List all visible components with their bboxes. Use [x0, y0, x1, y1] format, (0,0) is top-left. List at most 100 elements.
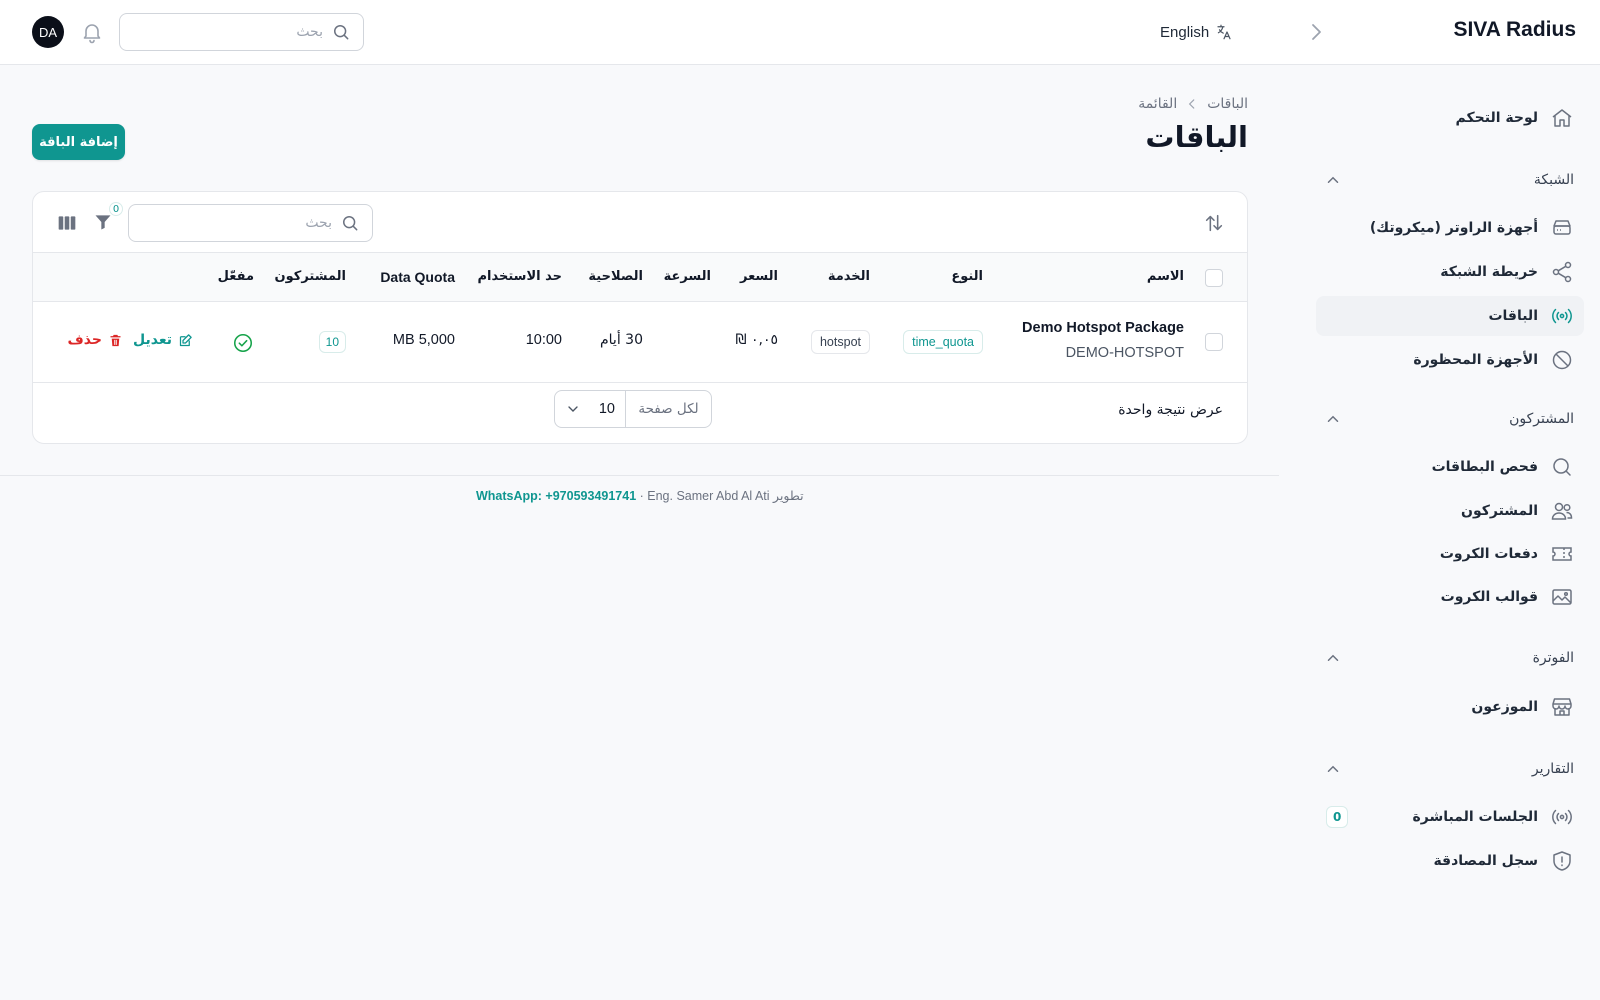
- filter-count-badge: 0: [109, 202, 123, 216]
- notifications-button[interactable]: [80, 20, 104, 44]
- sort-button[interactable]: [1203, 212, 1225, 234]
- chevron-left-icon: [1189, 99, 1195, 109]
- chevron-down-icon: [568, 406, 578, 412]
- package-type-badge: time_quota: [903, 330, 983, 354]
- sidebar-item-routers[interactable]: أجهزة الراوتر (ميكروتك): [1316, 208, 1584, 248]
- table-row[interactable]: Demo Hotspot Package DEMO-HOTSPOT time_q…: [33, 302, 1247, 383]
- packages-table-card: 0 الاسم النوع الخدمة السعر السرعة الصلاح…: [32, 191, 1248, 444]
- ticket-icon: [1552, 547, 1572, 561]
- chevron-up-icon: [1327, 415, 1339, 422]
- sidebar-item-dashboard[interactable]: لوحة التحكم: [1316, 98, 1584, 138]
- sidebar-item-label: فحص البطاقات: [1431, 459, 1538, 475]
- filter-button[interactable]: [93, 212, 113, 232]
- language-switcher[interactable]: English: [1160, 20, 1233, 44]
- column-validity[interactable]: الصلاحية: [588, 269, 643, 284]
- column-price[interactable]: السعر: [740, 269, 778, 284]
- table-header: الاسم النوع الخدمة السعر السرعة الصلاحية…: [33, 253, 1247, 302]
- router-icon: [1553, 220, 1571, 235]
- toggle-columns-button[interactable]: [57, 213, 77, 233]
- per-page-value: 10: [598, 401, 615, 417]
- user-avatar[interactable]: DA: [32, 16, 64, 48]
- column-subscribers[interactable]: المشتركون: [275, 269, 346, 284]
- app-brand[interactable]: SIVA Radius: [1453, 18, 1576, 42]
- sidebar-item-label: الباقات: [1488, 308, 1538, 324]
- store-icon: [1552, 698, 1572, 716]
- column-active[interactable]: مفعّل: [218, 269, 254, 284]
- chevron-up-icon: [1327, 176, 1339, 183]
- sidebar-item-blocked-devices[interactable]: الأجهزة المحظورة: [1316, 340, 1584, 380]
- chevron-right-icon: [1312, 24, 1321, 40]
- sidebar-item-label: دفعات الكروت: [1439, 546, 1538, 562]
- sidebar-group-reports[interactable]: التقارير: [1316, 755, 1584, 783]
- image-icon: [1552, 589, 1572, 605]
- column-data-quota[interactable]: Data Quota: [380, 269, 455, 285]
- whatsapp-link[interactable]: WhatsApp: +970593491741: [476, 489, 636, 503]
- sidebar-group-billing[interactable]: الفوترة: [1316, 644, 1584, 672]
- sidebar-item-label: الجلسات المباشرة: [1412, 809, 1538, 825]
- language-label: English: [1160, 23, 1210, 41]
- global-search[interactable]: [119, 13, 364, 51]
- sidebar-group-label: المشتركون: [1509, 411, 1574, 427]
- collapse-sidebar-button[interactable]: [1304, 20, 1328, 44]
- sidebar-item-label: أجهزة الراوتر (ميكروتك): [1369, 220, 1538, 236]
- table-toolbar: 0: [33, 192, 1247, 253]
- delete-label: حذف: [67, 332, 102, 348]
- chevron-up-icon: [1327, 765, 1339, 772]
- sidebar-group-subscribers[interactable]: المشتركون: [1316, 405, 1584, 433]
- column-type[interactable]: النوع: [951, 269, 983, 284]
- sidebar-item-label: الموزعون: [1471, 699, 1538, 715]
- column-speed[interactable]: السرعة: [664, 269, 711, 284]
- share-nodes-icon: [1552, 261, 1572, 283]
- breadcrumb-current: القائمة: [1138, 96, 1178, 112]
- per-page-select[interactable]: 10: [555, 391, 625, 427]
- sidebar-item-label: المشتركون: [1461, 503, 1538, 519]
- columns-icon: [58, 216, 76, 230]
- column-name[interactable]: الاسم: [1147, 269, 1184, 284]
- table-search-input[interactable]: [129, 215, 332, 231]
- translate-icon: [1217, 24, 1231, 40]
- package-service-badge: hotspot: [810, 330, 870, 354]
- breadcrumb: الباقات القائمة: [1138, 96, 1248, 112]
- sidebar-item-card-batches[interactable]: دفعات الكروت: [1316, 534, 1584, 574]
- sidebar-item-card-templates[interactable]: قوالب الكروت: [1316, 577, 1584, 617]
- global-search-input[interactable]: [120, 24, 323, 40]
- sidebar-item-distributors[interactable]: الموزعون: [1316, 687, 1584, 727]
- sidebar-item-card-check[interactable]: فحص البطاقات: [1316, 447, 1584, 487]
- package-data-quota: MB 5,000: [392, 332, 455, 348]
- column-service[interactable]: الخدمة: [828, 269, 870, 284]
- edit-label: تعديل: [133, 332, 172, 348]
- edit-button[interactable]: تعديل: [133, 332, 193, 348]
- edit-icon: [179, 333, 192, 346]
- package-name: Demo Hotspot Package: [1022, 320, 1184, 336]
- sidebar-item-network-map[interactable]: خريطة الشبكة: [1316, 252, 1584, 292]
- sidebar-item-label: قوالب الكروت: [1440, 589, 1538, 605]
- add-package-button[interactable]: إضافة الباقة: [32, 124, 125, 160]
- column-usage-limit[interactable]: حد الاستخدام: [478, 269, 563, 284]
- select-all-checkbox[interactable]: [1205, 269, 1223, 287]
- results-summary: عرض نتيجة واحدة: [1118, 402, 1223, 418]
- sidebar-group-network[interactable]: الشبكة: [1316, 166, 1584, 194]
- block-icon: [1552, 350, 1572, 370]
- page-title: الباقات: [1145, 120, 1248, 154]
- search-icon: [343, 216, 358, 231]
- sidebar-item-subscribers[interactable]: المشتركون: [1316, 491, 1584, 531]
- package-validity: 30 أيام: [600, 332, 643, 348]
- sidebar-item-live-sessions[interactable]: الجلسات المباشرة 0: [1316, 797, 1584, 837]
- sidebar-group-label: التقارير: [1531, 761, 1574, 777]
- sidebar-item-auth-log[interactable]: سجل المصادقة: [1316, 841, 1584, 881]
- subscribers-count-badge: 10: [318, 331, 346, 353]
- top-bar: SIVA Radius English DA: [0, 0, 1600, 65]
- package-usage-limit: 10:00: [525, 332, 562, 348]
- sidebar-item-label: سجل المصادقة: [1433, 853, 1538, 869]
- delete-button[interactable]: حذف: [68, 332, 123, 348]
- package-price: ٠,٠٥ ₪: [735, 332, 778, 348]
- sidebar-item-label: خريطة الشبكة: [1440, 264, 1538, 280]
- table-search[interactable]: [128, 204, 373, 242]
- footer-separator: ·: [636, 489, 648, 503]
- sidebar-group-label: الفوترة: [1532, 650, 1574, 666]
- row-checkbox[interactable]: [1205, 333, 1223, 351]
- shield-alert-icon: [1553, 851, 1571, 871]
- sidebar-item-packages[interactable]: الباقات: [1316, 296, 1584, 336]
- users-icon: [1551, 502, 1573, 520]
- breadcrumb-packages-link[interactable]: الباقات: [1207, 96, 1248, 112]
